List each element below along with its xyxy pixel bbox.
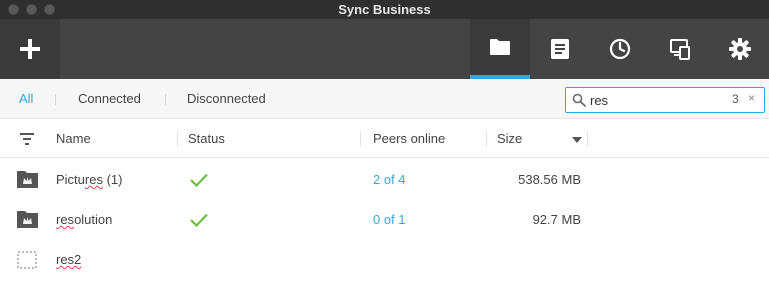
sort-descending-icon[interactable] [572, 137, 582, 143]
tab-settings[interactable] [710, 19, 769, 79]
clear-search-button[interactable]: × [748, 91, 755, 105]
row-name: res2 [56, 252, 82, 267]
filter-bar: All Connected Disconnected 3 × [0, 79, 769, 119]
column-divider [177, 131, 178, 147]
peers-online-link[interactable]: 2 of 4 [373, 160, 406, 200]
filter-all[interactable]: All [19, 79, 33, 119]
search-box: 3 × [565, 87, 765, 113]
tab-devices[interactable] [650, 19, 710, 79]
column-size[interactable]: Size [497, 120, 522, 158]
filter-disconnected[interactable]: Disconnected [187, 79, 266, 119]
peers-online-link[interactable]: 0 of 1 [373, 200, 406, 240]
search-input[interactable] [590, 90, 730, 110]
table-header: Name Status Peers online Size [0, 120, 769, 158]
search-result-count: 3 [732, 92, 739, 106]
row-name: Pictures (1) [56, 172, 123, 187]
column-divider [486, 131, 487, 147]
tab-history[interactable] [590, 19, 650, 79]
filter-connected[interactable]: Connected [78, 79, 141, 119]
row-size: 538.56 MB [518, 172, 581, 187]
add-icon [20, 39, 40, 59]
tab-transfers[interactable] [530, 19, 590, 79]
column-name[interactable]: Name [56, 120, 91, 158]
document-icon [551, 39, 569, 59]
app-window: Sync Business All Connected Disconnected… [0, 0, 769, 300]
column-divider [360, 131, 361, 147]
check-icon [190, 213, 208, 227]
filter-divider [165, 94, 166, 105]
column-peers-online[interactable]: Peers online [373, 120, 445, 158]
devices-icon [670, 39, 690, 60]
check-icon [190, 173, 208, 187]
clock-icon [609, 38, 631, 60]
tab-folders[interactable] [470, 19, 530, 79]
table-row[interactable]: resolution 0 of 1 92.7 MB [0, 200, 769, 240]
row-name: resolution [56, 212, 113, 227]
filter-sort-icon[interactable] [20, 133, 34, 145]
toolbar [0, 19, 769, 79]
column-divider [587, 131, 588, 147]
row-size: 92.7 MB [532, 212, 581, 227]
synced-folder-icon [17, 171, 38, 188]
gear-icon [729, 38, 751, 60]
filter-divider [55, 94, 56, 105]
unsynced-folder-icon [17, 251, 37, 269]
synced-folder-icon [17, 211, 38, 228]
window-title: Sync Business [338, 2, 431, 17]
column-status[interactable]: Status [188, 120, 225, 158]
search-icon [572, 93, 586, 107]
table-row[interactable]: res2 [0, 240, 769, 280]
title-bar: Sync Business [0, 0, 769, 19]
add-button[interactable] [0, 19, 60, 79]
table-row[interactable]: Pictures (1) 2 of 4 538.56 MB [0, 160, 769, 200]
folder-icon [490, 39, 510, 55]
